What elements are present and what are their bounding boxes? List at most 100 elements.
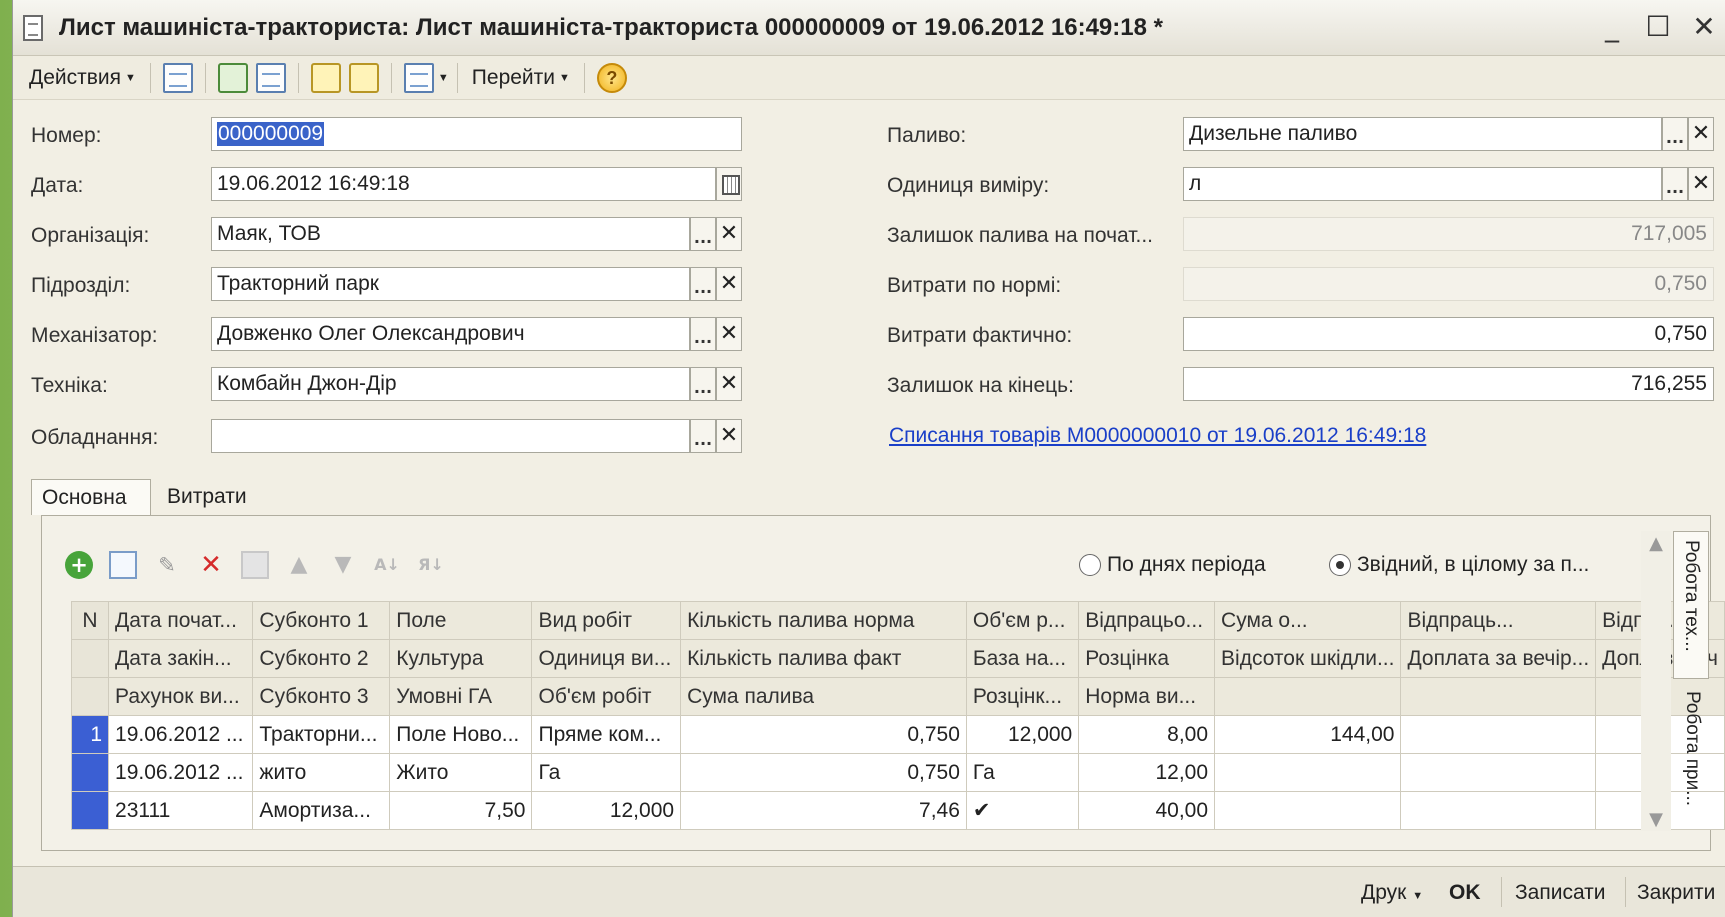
department-clear-icon[interactable]: ✕ — [716, 267, 742, 301]
column-header[interactable]: Об'єм робіт — [531, 677, 682, 716]
table-cell[interactable]: 7,46 — [680, 791, 967, 830]
table-cell[interactable] — [1400, 715, 1597, 754]
operator-select-button[interactable]: ... — [690, 317, 716, 351]
refresh-icon[interactable] — [217, 62, 248, 93]
table-cell[interactable]: 12,000 — [965, 715, 1080, 754]
operator-field[interactable]: Довженко Олег Олександрович — [211, 317, 690, 351]
movements-icon[interactable] — [310, 62, 341, 93]
side-tab-attach-work[interactable]: Робота при... — [1673, 683, 1709, 831]
goto-menu[interactable]: Перейти ▼ — [466, 66, 576, 90]
unit-clear-icon[interactable]: ✕ — [1688, 167, 1714, 201]
column-header[interactable]: Розцінка — [1078, 639, 1216, 678]
column-header[interactable] — [1214, 677, 1402, 716]
column-header[interactable]: Культура — [389, 639, 533, 678]
table-cell[interactable]: Га — [965, 753, 1080, 792]
tab-costs[interactable]: Витрати — [157, 479, 257, 515]
table-cell[interactable]: 0,750 — [680, 715, 967, 754]
number-field[interactable]: 000000009 — [211, 117, 742, 151]
end-edit-icon[interactable] — [241, 551, 269, 579]
column-header[interactable]: Дата закін... — [108, 639, 254, 678]
table-cell[interactable]: 12,00 — [1078, 753, 1216, 792]
column-header[interactable]: Дата почат... — [108, 601, 254, 640]
end-field[interactable]: 716,255 — [1183, 367, 1714, 401]
table-cell[interactable]: 23111 — [108, 791, 254, 830]
table-cell[interactable]: 7,50 — [389, 791, 533, 830]
tech-clear-icon[interactable]: ✕ — [716, 367, 742, 401]
column-header[interactable]: Відсоток шкідли... — [1214, 639, 1402, 678]
help-icon[interactable]: ? — [596, 62, 627, 93]
column-header[interactable] — [70, 639, 110, 678]
chevron-down-icon[interactable]: ▼ — [438, 72, 449, 84]
copy-row-icon[interactable] — [109, 551, 137, 579]
actual-field[interactable]: 0,750 — [1183, 317, 1714, 351]
table-row[interactable]: 1 19.06.2012 ... Тракторни... Поле Ново.… — [70, 715, 1725, 754]
column-header[interactable] — [70, 677, 110, 716]
column-header[interactable]: База на... — [965, 639, 1080, 678]
tech-select-button[interactable]: ... — [690, 367, 716, 401]
column-header[interactable]: N — [70, 601, 110, 640]
column-header[interactable]: Відпрацьо... — [1078, 601, 1216, 640]
table-cell[interactable]: Пряме ком... — [531, 715, 682, 754]
column-header[interactable]: Кількість палива норма — [680, 601, 967, 640]
fuel-field[interactable]: Дизельне паливо — [1183, 117, 1662, 151]
column-header[interactable]: Відпраць... — [1400, 601, 1597, 640]
equipment-field[interactable] — [211, 419, 690, 453]
minimize-button[interactable]: _ — [1599, 10, 1625, 43]
column-header[interactable]: Доплата за вечір... — [1400, 639, 1597, 678]
equipment-select-button[interactable]: ... — [690, 419, 716, 453]
table-cell[interactable]: Тракторни... — [252, 715, 391, 754]
move-up-icon[interactable]: ▲ — [285, 551, 313, 579]
column-header[interactable]: Норма ви... — [1078, 677, 1216, 716]
table-cell[interactable]: 40,00 — [1078, 791, 1216, 830]
table-cell[interactable]: 1 — [70, 715, 110, 754]
table-cell[interactable]: Амортиза... — [252, 791, 391, 830]
scroll-down-icon[interactable]: ▼ — [1646, 809, 1666, 830]
organization-field[interactable]: Маяк, ТОВ — [211, 217, 690, 251]
column-header[interactable]: Розцінк... — [965, 677, 1080, 716]
table-cell[interactable]: 8,00 — [1078, 715, 1216, 754]
column-header[interactable]: Умовні ГА — [389, 677, 533, 716]
table-cell[interactable]: 19.06.2012 ... — [108, 753, 254, 792]
table-cell[interactable]: Га — [531, 753, 682, 792]
sort-asc-icon[interactable]: A↓ — [373, 551, 401, 579]
unit-select-button[interactable]: ... — [1662, 167, 1688, 201]
tech-field[interactable]: Комбайн Джон-Дір — [211, 367, 690, 401]
fuel-clear-icon[interactable]: ✕ — [1688, 117, 1714, 151]
scroll-up-icon[interactable]: ▲ — [1646, 533, 1666, 554]
column-header[interactable]: Субконто 2 — [252, 639, 391, 678]
table-cell[interactable]: ✔ — [965, 791, 1080, 830]
organization-select-button[interactable]: ... — [690, 217, 716, 251]
column-header[interactable] — [1400, 677, 1597, 716]
save-button[interactable]: Записати — [1515, 881, 1606, 905]
edit-row-icon[interactable]: ✎ — [153, 551, 181, 579]
column-header[interactable]: Сума палива — [680, 677, 967, 716]
table-cell[interactable] — [1214, 791, 1402, 830]
tab-main[interactable]: Основна — [31, 479, 151, 515]
side-tab-tech-work[interactable]: Робота тех... — [1673, 531, 1709, 679]
add-row-icon[interactable]: + — [65, 551, 93, 579]
table-cell[interactable] — [70, 753, 110, 792]
maximize-button[interactable]: ☐ — [1645, 10, 1671, 43]
table-cell[interactable]: Жито — [389, 753, 533, 792]
column-header[interactable]: Вид робіт — [531, 601, 682, 640]
close-window-button[interactable]: ✕ — [1691, 10, 1717, 43]
column-header[interactable]: Одиниця ви... — [531, 639, 682, 678]
organization-clear-icon[interactable]: ✕ — [716, 217, 742, 251]
column-header[interactable]: Субконто 3 — [252, 677, 391, 716]
equipment-clear-icon[interactable]: ✕ — [716, 419, 742, 453]
print-button[interactable]: Друк ▼ — [1361, 881, 1423, 905]
sort-desc-icon[interactable]: Я↓ — [417, 551, 445, 579]
structure-icon[interactable] — [348, 62, 379, 93]
actions-menu[interactable]: Действия ▼ — [23, 66, 142, 90]
table-cell[interactable]: 0,750 — [680, 753, 967, 792]
column-header[interactable]: Субконто 1 — [252, 601, 391, 640]
fuel-select-button[interactable]: ... — [1662, 117, 1688, 151]
department-field[interactable]: Тракторний парк — [211, 267, 690, 301]
table-cell[interactable] — [1400, 753, 1597, 792]
column-header[interactable]: Кількість палива факт — [680, 639, 967, 678]
radio-by-days[interactable]: По днях періода — [1079, 553, 1266, 577]
writeoff-link[interactable]: Списання товарів М0000000010 от 19.06.20… — [889, 424, 1426, 448]
post-document-icon[interactable] — [162, 62, 193, 93]
date-field[interactable]: 19.06.2012 16:49:18 — [211, 167, 716, 201]
column-header[interactable]: Сума о... — [1214, 601, 1402, 640]
